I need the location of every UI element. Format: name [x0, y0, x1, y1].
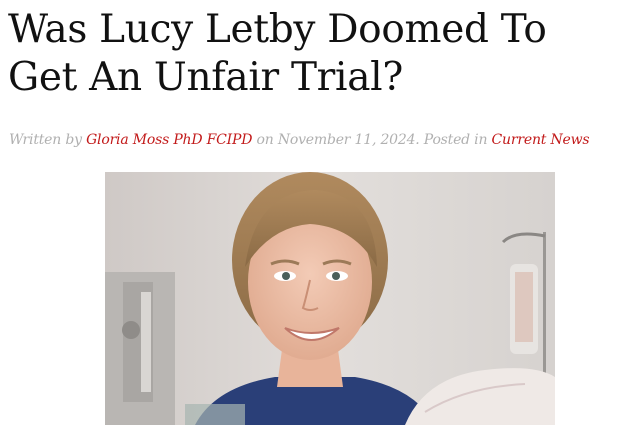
written-by-label: Written by: [9, 132, 82, 148]
on-label: on: [256, 132, 274, 148]
post-date: November 11, 2024: [277, 132, 416, 148]
featured-image: [105, 172, 555, 425]
article-meta: Written by Gloria Moss PhD FCIPD on Nove…: [9, 129, 590, 151]
category-link[interactable]: Current News: [492, 132, 590, 148]
article: Was Lucy Letby Doomed To Get An Unfair T…: [0, 0, 625, 436]
author-link[interactable]: Gloria Moss PhD FCIPD: [86, 132, 252, 148]
posted-in-label: . Posted in: [415, 132, 488, 148]
article-title: Was Lucy Letby Doomed To Get An Unfair T…: [8, 7, 547, 100]
